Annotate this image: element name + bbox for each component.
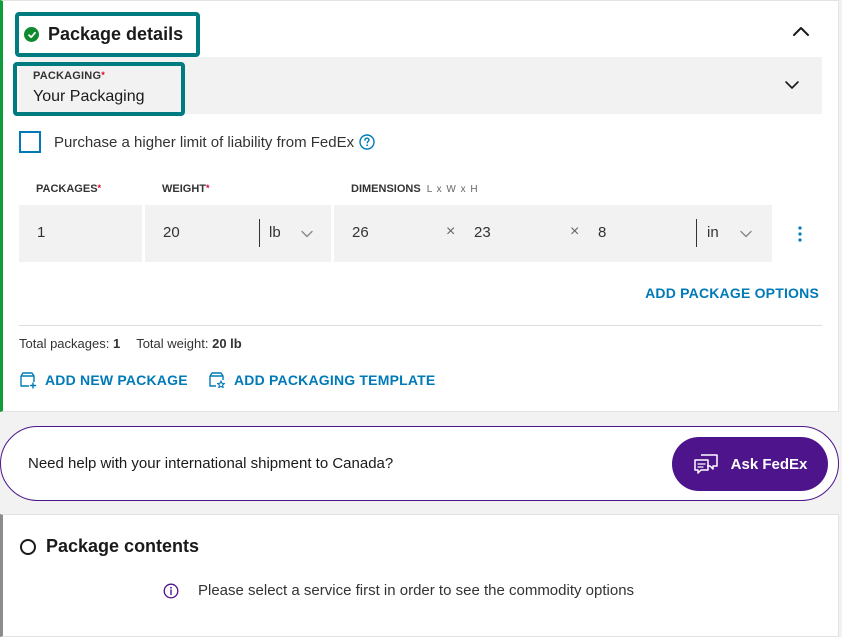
add-package-options-link[interactable]: ADD PACKAGE OPTIONS	[645, 285, 819, 301]
packaging-label: PACKAGING*	[33, 70, 105, 82]
field-divider	[696, 219, 697, 247]
width-input[interactable]: 23	[474, 224, 491, 241]
package-add-icon	[20, 372, 37, 389]
liability-checkbox[interactable]	[19, 131, 41, 153]
field-divider	[259, 219, 260, 247]
times-separator: ×	[570, 223, 580, 240]
add-new-package-link[interactable]: ADD NEW PACKAGE	[19, 371, 188, 389]
more-options-icon[interactable]	[795, 225, 805, 243]
package-contents-card: Package contents Please select a service…	[0, 514, 839, 637]
empty-circle-icon	[20, 539, 36, 555]
dimensions-field: 26 × 23 × 8 in	[334, 205, 772, 262]
help-icon[interactable]	[359, 134, 375, 150]
liability-row: Purchase a higher limit of liability fro…	[19, 131, 375, 153]
info-message-text: Please select a service first in order t…	[198, 582, 635, 599]
packaging-value: Your Packaging	[33, 88, 145, 105]
check-circle-icon	[24, 27, 39, 42]
packages-column-label: PACKAGES*	[36, 183, 102, 195]
weight-column-label: WEIGHT*	[162, 183, 210, 195]
chevron-down-icon	[740, 230, 752, 238]
chevron-down-icon	[301, 230, 313, 238]
height-input[interactable]: 8	[598, 224, 606, 241]
help-banner-text: Need help with your international shipme…	[28, 455, 394, 472]
info-icon	[163, 583, 179, 598]
help-banner: Need help with your international shipme…	[0, 426, 839, 501]
weight-field: 20 lb	[145, 205, 331, 262]
package-star-icon	[209, 372, 226, 389]
dimension-unit-select[interactable]: in	[707, 224, 719, 241]
weight-unit-select[interactable]: lb	[269, 224, 281, 241]
dimensions-column-label: DIMENSIONS L x W x H	[351, 183, 479, 195]
chevron-up-icon[interactable]	[791, 23, 811, 39]
liability-label[interactable]: Purchase a higher limit of liability fro…	[54, 134, 354, 151]
package-contents-title[interactable]: Package contents	[46, 536, 199, 557]
packages-input[interactable]: 1	[19, 205, 142, 262]
info-message: Please select a service first in order t…	[163, 582, 634, 599]
packaging-select[interactable]: PACKAGING* Your Packaging	[13, 57, 822, 116]
divider	[19, 325, 822, 326]
chat-bubbles-icon	[693, 454, 718, 474]
weight-input[interactable]: 20	[163, 224, 180, 241]
package-details-title: Package details	[48, 24, 184, 44]
ask-fedex-button[interactable]: Ask FedEx	[672, 437, 828, 491]
page: Package details PACKAGING* Your Packagin…	[0, 0, 842, 637]
package-details-header[interactable]: Package details	[15, 12, 200, 57]
ask-fedex-label: Ask FedEx	[730, 455, 808, 473]
chevron-down-icon	[785, 81, 799, 89]
add-packaging-template-link[interactable]: ADD PACKAGING TEMPLATE	[208, 371, 435, 389]
totals: Total packages: 1 Total weight: 20 lb	[19, 336, 242, 351]
length-input[interactable]: 26	[352, 224, 369, 241]
package-details-card: Package details PACKAGING* Your Packagin…	[0, 0, 839, 412]
times-separator: ×	[446, 223, 456, 240]
